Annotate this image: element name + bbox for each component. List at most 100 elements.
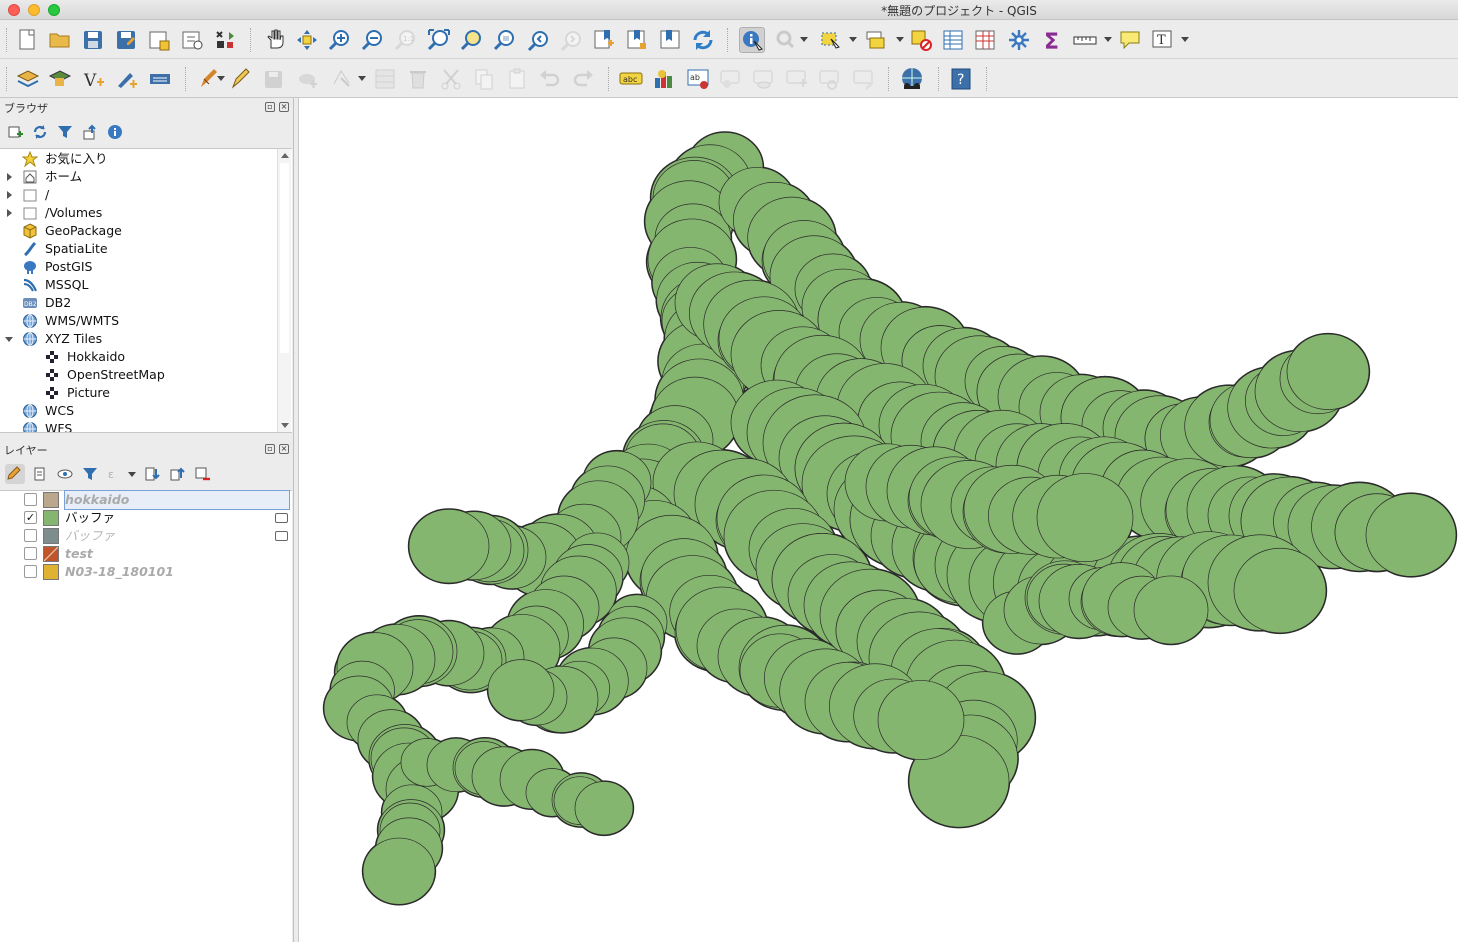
layer-visibility-checkbox[interactable]: [24, 547, 37, 560]
scroll-up-icon[interactable]: [281, 153, 289, 158]
browser-item-postgis[interactable]: PostGIS: [0, 258, 276, 276]
memory-layer-icon[interactable]: [275, 513, 288, 523]
select-by-value-button[interactable]: [864, 27, 890, 53]
float-panel-icon[interactable]: ▫: [265, 102, 275, 112]
refresh-icon[interactable]: [31, 123, 49, 141]
chevron-down-icon[interactable]: [800, 37, 808, 42]
modify-attributes-button[interactable]: [372, 66, 398, 92]
open-layer-styling-icon[interactable]: [5, 464, 25, 484]
map-canvas[interactable]: [298, 98, 1458, 942]
layer-row[interactable]: test: [0, 545, 292, 563]
chevron-down-icon[interactable]: [1181, 37, 1189, 42]
action-button[interactable]: [773, 27, 799, 53]
zoom-to-selection-button[interactable]: [459, 27, 485, 53]
diagram-button[interactable]: [651, 66, 677, 92]
zoom-out-button[interactable]: [360, 27, 386, 53]
save-edits-button[interactable]: [261, 66, 287, 92]
info-icon[interactable]: [106, 123, 124, 141]
filter-expression-icon[interactable]: ε: [106, 465, 124, 483]
add-selected-layers-icon[interactable]: [6, 123, 24, 141]
close-panel-icon[interactable]: ×: [279, 102, 289, 112]
collapse-all-icon[interactable]: [168, 465, 186, 483]
add-vector-layer-button[interactable]: [15, 66, 41, 92]
expand-all-icon[interactable]: [143, 465, 161, 483]
chevron-down-icon[interactable]: [1104, 37, 1112, 42]
layer-symbol-swatch[interactable]: [43, 510, 59, 526]
browser-item-geopackage[interactable]: GeoPackage: [0, 222, 276, 240]
chevron-down-icon[interactable]: [217, 76, 225, 81]
delete-selected-button[interactable]: [405, 66, 431, 92]
filter-legend-icon[interactable]: [81, 465, 99, 483]
browser-item-volumes[interactable]: /Volumes: [0, 204, 276, 222]
select-features-button[interactable]: [817, 27, 843, 53]
chevron-down-icon[interactable]: [128, 472, 136, 477]
browser-item-picture[interactable]: Picture: [0, 384, 276, 402]
layer-name[interactable]: N03-18_180101: [65, 563, 174, 581]
layer-name[interactable]: バッファ: [65, 527, 115, 545]
text-annotation-button[interactable]: T: [1150, 27, 1176, 53]
browser-scrollbar[interactable]: [277, 149, 291, 432]
layer-symbol-swatch[interactable]: [43, 564, 59, 580]
layers-tree[interactable]: hokkaido ✓ バッファ バッファ test N03-18_180101: [0, 490, 292, 942]
attribute-table-button[interactable]: [940, 27, 966, 53]
collapsed-arrow-icon[interactable]: [7, 173, 12, 181]
zoom-next-button[interactable]: [558, 27, 584, 53]
label-toolbar-button[interactable]: abc: [618, 66, 644, 92]
float-panel-icon[interactable]: ▫: [265, 444, 275, 454]
vertex-tool-button[interactable]: [329, 66, 355, 92]
show-bookmarks-button[interactable]: [624, 27, 650, 53]
zoom-last-button[interactable]: [525, 27, 551, 53]
browser-item-wcs[interactable]: WCS: [0, 402, 276, 420]
show-hide-labels-button[interactable]: [751, 66, 777, 92]
layer-symbol-swatch[interactable]: [43, 492, 59, 508]
rotate-label-button[interactable]: [817, 66, 843, 92]
new-shapefile-button[interactable]: V: [81, 66, 107, 92]
new-project-button[interactable]: [14, 27, 40, 53]
layer-visibility-checkbox[interactable]: ✓: [24, 511, 37, 524]
layer-row[interactable]: hokkaido: [0, 490, 292, 510]
layer-name[interactable]: バッファ: [65, 509, 115, 527]
layer-visibility-checkbox[interactable]: [24, 493, 37, 506]
browser-tree[interactable]: お気に入り ホーム / /Volumes GeoPackage SpatiaLite Pos…: [0, 148, 292, 433]
expanded-arrow-icon[interactable]: [5, 337, 13, 342]
add-delimited-text-button[interactable]: [147, 66, 173, 92]
collapse-all-icon[interactable]: [81, 123, 99, 141]
chevron-down-icon[interactable]: [849, 37, 857, 42]
browser-item[interactable]: お気に入り: [0, 150, 276, 168]
undo-button[interactable]: [537, 66, 563, 92]
layer-name[interactable]: test: [65, 545, 93, 563]
identify-button[interactable]: [739, 27, 765, 53]
filter-icon[interactable]: [56, 123, 74, 141]
zoom-to-layer-button[interactable]: [492, 27, 518, 53]
refresh-button[interactable]: [690, 27, 716, 53]
browser-item-wfs[interactable]: WFS: [0, 420, 276, 432]
open-project-button[interactable]: [47, 27, 73, 53]
browser-item-wms-wmts[interactable]: WMS/WMTS: [0, 312, 276, 330]
chevron-down-icon[interactable]: [896, 37, 904, 42]
plugin-globe-button[interactable]: [899, 66, 925, 92]
browser-item-xyz-tiles[interactable]: XYZ Tiles: [0, 330, 276, 348]
save-project-button[interactable]: [80, 27, 106, 53]
layer-symbol-swatch[interactable]: [43, 546, 59, 562]
save-as-button[interactable]: [113, 27, 139, 53]
browser-item[interactable]: ホーム: [0, 168, 276, 186]
layer-name[interactable]: hokkaido: [64, 490, 290, 510]
layer-row[interactable]: バッファ: [0, 527, 292, 545]
zoom-full-button[interactable]: [426, 27, 452, 53]
copy-features-button[interactable]: [471, 66, 497, 92]
field-calculator-button[interactable]: [972, 27, 998, 53]
map-tips-button[interactable]: [1117, 27, 1143, 53]
layer-row[interactable]: N03-18_180101: [0, 563, 292, 581]
pan-button[interactable]: [262, 27, 288, 53]
close-panel-icon[interactable]: ×: [279, 444, 289, 454]
help-button[interactable]: ?: [948, 66, 974, 92]
processing-button[interactable]: [1006, 27, 1032, 53]
browser-item[interactable]: /: [0, 186, 276, 204]
style-manager-button[interactable]: [212, 27, 238, 53]
scrollbar-thumb[interactable]: [280, 163, 289, 353]
manage-visibility-icon[interactable]: [56, 465, 74, 483]
print-layout-button[interactable]: [146, 27, 172, 53]
layer-visibility-checkbox[interactable]: [24, 565, 37, 578]
memory-layer-icon[interactable]: [275, 531, 288, 541]
chevron-down-icon[interactable]: [358, 76, 366, 81]
